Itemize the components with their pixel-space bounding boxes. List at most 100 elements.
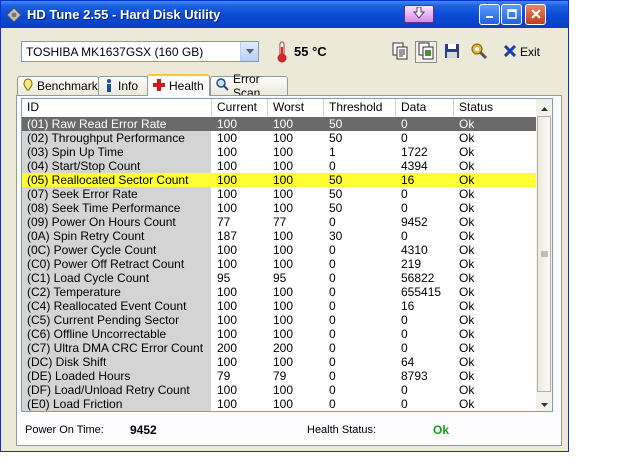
cell-worst: 79 [273, 369, 287, 383]
table-row[interactable]: (02) Throughput Performance 100 100 50 0 Ok [22, 131, 538, 145]
table-row[interactable]: (03) Spin Up Time 100 100 1 1722 Ok [22, 145, 538, 159]
column-header-id[interactable]: ID [22, 99, 212, 116]
cell-current: 100 [217, 299, 238, 313]
cell-current: 100 [217, 201, 238, 215]
cell-current: 100 [217, 131, 238, 145]
cell-id: (C5) Current Pending Sector [27, 313, 180, 327]
column-header-current[interactable]: Current [212, 99, 268, 116]
cell-id: (07) Seek Error Rate [27, 187, 138, 201]
table-row[interactable]: (07) Seek Error Rate 100 100 50 0 Ok [22, 187, 538, 201]
cell-current: 100 [217, 187, 238, 201]
cell-threshold: 0 [329, 327, 336, 341]
exit-button[interactable]: Exit [503, 41, 540, 63]
column-header-worst[interactable]: Worst [268, 99, 324, 116]
cell-data: 4310 [401, 243, 428, 257]
table-row[interactable]: (E0) Load Friction 100 100 0 0 Ok [22, 397, 538, 411]
cell-id: (C4) Reallocated Event Count [27, 299, 187, 313]
tab-health[interactable]: Health [147, 74, 210, 96]
table-row[interactable]: (DF) Load/Unload Retry Count 100 100 0 0 Ok [22, 383, 538, 397]
table-row[interactable]: (C7) Ultra DMA CRC Error Count 200 200 0 0 Ok [22, 341, 538, 355]
drive-select-value: TOSHIBA MK1637GSX (160 GB) [26, 45, 204, 59]
down-arrow-button[interactable] [404, 5, 434, 23]
maximize-icon [506, 8, 517, 22]
tab-info[interactable]: Info [98, 76, 148, 95]
column-header-status[interactable]: Status [454, 99, 538, 116]
close-button[interactable] [525, 4, 546, 25]
table-row[interactable]: (08) Seek Time Performance 100 100 50 0 Ok [22, 201, 538, 215]
title-bar[interactable]: HD Tune 2.55 - Hard Disk Utility [1, 1, 568, 28]
cell-current: 100 [217, 285, 238, 299]
cell-id: (0C) Power Cycle Count [27, 243, 157, 257]
options-icon [470, 42, 488, 63]
cell-worst: 100 [273, 187, 294, 201]
cell-status: Ok [459, 159, 475, 173]
copy-text-icon [391, 42, 409, 63]
cell-current: 100 [217, 397, 238, 411]
cell-threshold: 0 [329, 341, 336, 355]
cell-status: Ok [459, 187, 475, 201]
table-row[interactable]: (0A) Spin Retry Count 187 100 30 0 Ok [22, 229, 538, 243]
cell-worst: 100 [273, 173, 294, 187]
table-row[interactable]: (01) Raw Read Error Rate 100 100 50 0 Ok [22, 117, 538, 131]
tab-error-scan[interactable]: Error Scan [210, 72, 288, 100]
scroll-down-arrow-icon [540, 396, 548, 410]
health-status-label: Health Status: [307, 424, 377, 436]
cell-threshold: 0 [329, 271, 336, 285]
scroll-up-arrow-icon [540, 100, 548, 114]
cell-data: 0 [401, 131, 408, 145]
options-button[interactable] [468, 41, 490, 63]
table-row[interactable]: (DC) Disk Shift 100 100 0 64 Ok [22, 355, 538, 369]
cell-worst: 100 [273, 117, 294, 131]
cell-current: 100 [217, 243, 238, 257]
cell-data: 0 [401, 383, 408, 397]
smart-attribute-list[interactable]: ID Current Worst Threshold Data Status (… [21, 98, 553, 412]
column-header-data[interactable]: Data [396, 99, 454, 116]
cell-status: Ok [459, 131, 475, 145]
vertical-scrollbar[interactable] [536, 99, 552, 411]
table-row[interactable]: (DE) Loaded Hours 79 79 0 8793 Ok [22, 369, 538, 383]
column-header-threshold[interactable]: Threshold [324, 99, 396, 116]
tab-benchmark-label: Benchmark [37, 79, 98, 93]
cell-worst: 100 [273, 145, 294, 159]
list-rows: (01) Raw Read Error Rate 100 100 50 0 Ok (02) … [22, 117, 538, 411]
hd-tune-app-icon[interactable] [6, 7, 22, 23]
table-row[interactable]: (C5) Current Pending Sector 100 100 0 0 Ok [22, 313, 538, 327]
cell-id: (08) Seek Time Performance [27, 201, 181, 215]
cell-worst: 100 [273, 285, 294, 299]
table-row[interactable]: (C2) Temperature 100 100 0 655415 Ok [22, 285, 538, 299]
cell-current: 79 [217, 369, 231, 383]
copy-text-button[interactable] [389, 41, 411, 63]
table-row[interactable]: (04) Start/Stop Count 100 100 0 4394 Ok [22, 159, 538, 173]
cell-data: 0 [401, 229, 408, 243]
cell-status: Ok [459, 271, 475, 285]
maximize-button[interactable] [501, 4, 522, 25]
cell-worst: 100 [273, 131, 294, 145]
cell-data: 16 [401, 173, 415, 187]
table-row[interactable]: (05) Reallocated Sector Count 100 100 50 16 O… [22, 173, 538, 187]
scroll-down-button[interactable] [536, 395, 552, 411]
scrollbar-thumb[interactable] [537, 116, 551, 392]
table-row[interactable]: (09) Power On Hours Count 77 77 0 9452 Ok [22, 215, 538, 229]
save-button[interactable] [441, 41, 463, 63]
cell-current: 100 [217, 145, 238, 159]
minimize-button[interactable] [479, 4, 500, 25]
tab-benchmark[interactable]: Benchmark [17, 76, 99, 95]
table-row[interactable]: (C1) Load Cycle Count 95 95 0 56822 Ok [22, 271, 538, 285]
cell-current: 200 [217, 341, 238, 355]
cell-threshold: 0 [329, 383, 336, 397]
cell-threshold: 0 [329, 285, 336, 299]
chevron-down-icon[interactable] [240, 42, 258, 61]
cell-status: Ok [459, 285, 475, 299]
copy-screenshot-button[interactable] [415, 41, 437, 63]
cell-threshold: 0 [329, 243, 336, 257]
drive-select[interactable]: TOSHIBA MK1637GSX (160 GB) [21, 41, 259, 62]
scroll-up-button[interactable] [536, 99, 552, 115]
cell-id: (0A) Spin Retry Count [27, 229, 145, 243]
table-row[interactable]: (0C) Power Cycle Count 100 100 0 4310 Ok [22, 243, 538, 257]
cell-id: (DC) Disk Shift [27, 355, 107, 369]
thermometer-icon [276, 41, 288, 66]
table-row[interactable]: (C0) Power Off Retract Count 100 100 0 219 Ok [22, 257, 538, 271]
table-row[interactable]: (C6) Offline Uncorrectable 100 100 0 0 Ok [22, 327, 538, 341]
cell-status: Ok [459, 229, 475, 243]
table-row[interactable]: (C4) Reallocated Event Count 100 100 0 16 Ok [22, 299, 538, 313]
